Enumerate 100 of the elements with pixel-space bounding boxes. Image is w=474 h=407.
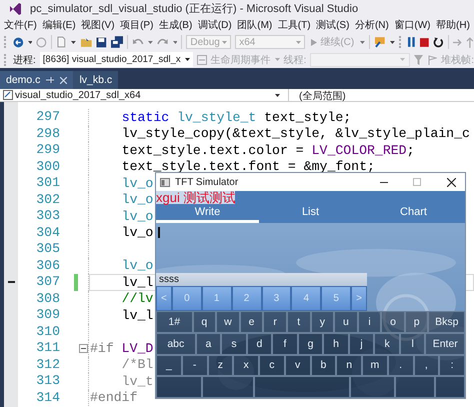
scope-dropdown[interactable]: (全局范围) <box>289 89 346 101</box>
flag-icon[interactable] <box>427 54 438 64</box>
undo-icon[interactable] <box>132 37 144 47</box>
keyboard-key[interactable]: s <box>221 332 247 354</box>
lifecycle-icon[interactable] <box>196 54 207 64</box>
menu-item[interactable]: 团队(M) <box>237 18 272 32</box>
menu-item[interactable]: 调试(D) <box>198 18 232 32</box>
keyboard-key[interactable]: 1# <box>156 311 193 333</box>
caret-icon[interactable] <box>70 40 76 44</box>
collapse-icon[interactable] <box>78 344 88 353</box>
maximize-icon[interactable] <box>413 178 421 186</box>
pin-icon[interactable] <box>46 76 54 84</box>
text-input-field[interactable]: ssss <box>156 273 367 286</box>
keyboard-key[interactable]: v <box>284 354 310 376</box>
keyboard-key[interactable]: u <box>334 311 358 333</box>
keyboard-key[interactable]: m <box>362 354 388 376</box>
menu-item[interactable]: 分析(N) <box>354 18 389 32</box>
keyboard-key[interactable]: Enter <box>425 332 465 354</box>
stack-frame-label: 堆栈帧: <box>441 54 474 66</box>
keyboard-key[interactable]: a <box>196 332 222 354</box>
line-number: 306 <box>35 258 60 274</box>
process-label: 进程: <box>13 54 36 66</box>
keyboard-key[interactable]: d <box>246 332 272 354</box>
caret-icon <box>296 40 302 44</box>
keyboard-key[interactable]: k <box>374 332 400 354</box>
keyboard-key[interactable]: - <box>182 354 208 376</box>
keyboard-key[interactable]: j <box>348 332 374 354</box>
keyboard-key[interactable] <box>350 376 396 398</box>
save-icon[interactable] <box>96 36 107 48</box>
caret-icon[interactable] <box>28 40 32 44</box>
caret-icon[interactable] <box>390 40 394 44</box>
code-line: lv_l <box>120 274 154 290</box>
caret-icon[interactable] <box>360 40 366 44</box>
back-icon[interactable] <box>12 36 24 48</box>
pause-icon[interactable] <box>407 37 416 47</box>
keyboard-key[interactable]: o <box>381 311 405 333</box>
keyboard-key[interactable]: z <box>208 354 234 376</box>
forward-icon[interactable] <box>36 36 48 48</box>
menu-item[interactable]: 文件(F) <box>4 18 37 32</box>
restart-icon[interactable] <box>432 36 444 48</box>
code-line: lv_o <box>120 192 154 208</box>
keyboard-key[interactable]: Bksp <box>428 311 465 333</box>
keyboard-key[interactable]: : <box>439 354 465 376</box>
keyboard-key[interactable]: h <box>323 332 349 354</box>
keyboard-key[interactable]: _ <box>156 354 182 376</box>
file-tab[interactable]: demo.c <box>0 71 74 89</box>
keyboard-key[interactable] <box>202 376 254 398</box>
keyboard-key[interactable]: y <box>310 311 334 333</box>
keyboard-key[interactable]: e <box>240 311 264 333</box>
line-number: 300 <box>35 158 60 175</box>
keyboard-key[interactable]: r <box>263 311 287 333</box>
keyboard-key[interactable]: b <box>310 354 336 376</box>
stop-icon[interactable] <box>420 38 429 46</box>
keyboard-key[interactable]: p <box>404 311 428 333</box>
keyboard-key[interactable]: w <box>216 311 240 333</box>
line-number: 304 <box>35 224 60 241</box>
keyboard-key[interactable]: g <box>298 332 324 354</box>
step-arrow-icon[interactable] <box>452 38 462 46</box>
menu-item[interactable]: 帮助(H) <box>436 18 470 32</box>
keyboard-key[interactable]: c <box>259 354 285 376</box>
save-all-icon[interactable] <box>110 36 124 48</box>
keyboard-key[interactable]: n <box>336 354 362 376</box>
menu-item[interactable]: 视图(V) <box>81 18 115 32</box>
keyboard-key[interactable]: f <box>272 332 298 354</box>
menu-item[interactable]: 项目(P) <box>120 18 154 32</box>
filter-icon[interactable] <box>414 54 424 64</box>
screen-tab[interactable]: List <box>259 204 362 223</box>
step-out-icon[interactable] <box>466 36 474 48</box>
caret-icon[interactable] <box>172 40 178 44</box>
menu-item[interactable]: 生成(B) <box>158 18 192 32</box>
keyboard-key[interactable] <box>156 376 202 398</box>
close-icon[interactable] <box>447 178 456 186</box>
menu-item[interactable]: 窗口(W) <box>394 18 430 32</box>
caret-icon[interactable] <box>148 40 153 44</box>
menu-item[interactable]: 工具(T) <box>278 18 311 32</box>
keyboard-key[interactable] <box>395 376 435 398</box>
keyboard-key[interactable] <box>434 376 465 398</box>
text-cursor <box>158 227 160 238</box>
keyboard-key[interactable]: abc <box>156 332 196 354</box>
line-number: 297 <box>35 109 60 126</box>
redo-icon[interactable] <box>156 37 169 47</box>
line-number: 303 <box>35 208 60 224</box>
line-number: 313 <box>35 373 60 390</box>
code-line: lv_style_copy(&text_style, &lv_style_plain_c <box>120 126 470 142</box>
line-number: 298 <box>35 126 60 142</box>
keyboard-key[interactable]: t <box>286 311 311 333</box>
keyboard-key[interactable]: i <box>358 311 382 333</box>
keyboard-key[interactable]: q <box>192 311 216 333</box>
simulator-title: TFT Simulator <box>175 176 238 188</box>
menu-item[interactable]: 测试(S) <box>316 18 350 32</box>
screen-tab[interactable]: Chart <box>362 204 465 223</box>
line-number: 309 <box>35 307 60 324</box>
menu-item[interactable]: 编辑(E) <box>42 18 76 32</box>
keyboard-key[interactable]: x <box>233 354 259 376</box>
file-tab[interactable]: lv_kb.c <box>73 71 118 89</box>
keyboard-key[interactable]: . <box>388 354 414 376</box>
keyboard-key[interactable] <box>254 376 350 398</box>
keyboard-key[interactable]: l <box>400 332 426 354</box>
project-dropdown[interactable]: visual_studio_2017_sdl_x64 <box>0 89 289 101</box>
keyboard-key[interactable]: , <box>414 354 440 376</box>
